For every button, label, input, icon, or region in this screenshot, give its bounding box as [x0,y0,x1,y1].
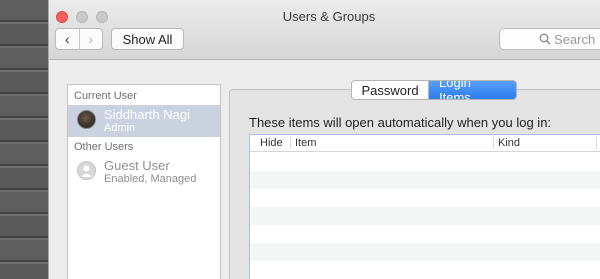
column-header-hide[interactable]: Hide [260,137,283,149]
other-users-header: Other Users [74,141,134,153]
guest-user-status: Enabled, Managed [104,173,197,185]
back-button[interactable]: ‹ [56,29,79,49]
back-arrow-icon: ‹ [64,31,70,47]
column-divider [596,137,597,149]
table-row [250,243,600,261]
navigation-buttons: ‹ › [55,28,103,50]
user-avatar [77,110,96,129]
table-header: Hide Item Kind [250,135,600,152]
desktop-background [0,0,48,279]
preferences-window: Users & Groups ‹ › Show All Search Curre… [48,0,600,279]
sidebar-item-current-user[interactable]: Siddharth Nagi Admin [68,105,220,137]
title-bar: Users & Groups ‹ › Show All Search [49,0,600,60]
column-header-kind[interactable]: Kind [493,137,520,149]
forward-arrow-icon: › [88,31,94,47]
column-header-item[interactable]: Item [290,137,316,149]
table-row [250,171,600,189]
user-settings-tabs: Password Login Items [351,80,517,100]
table-row [250,207,600,225]
forward-button[interactable]: › [78,29,103,49]
show-all-button[interactable]: Show All [111,28,184,50]
search-field[interactable]: Search [499,28,600,50]
search-placeholder: Search [554,31,596,47]
users-sidebar: Current User Siddharth Nagi Admin Other … [67,84,221,279]
guest-user-name: Guest User [104,158,170,173]
search-icon [539,33,551,45]
window-title: Users & Groups [282,9,376,24]
tab-password[interactable]: Password [352,81,429,99]
user-role: Admin [104,122,136,134]
sidebar-item-guest-user[interactable]: Guest User Enabled, Managed [68,156,220,188]
guest-avatar-icon [77,161,96,180]
login-items-table[interactable]: Hide Item Kind [249,134,600,279]
user-name: Siddharth Nagi [104,107,190,122]
tab-login-items[interactable]: Login Items [429,81,516,99]
current-user-header: Current User [74,90,137,102]
login-items-caption: These items will open automatically when… [249,115,552,130]
